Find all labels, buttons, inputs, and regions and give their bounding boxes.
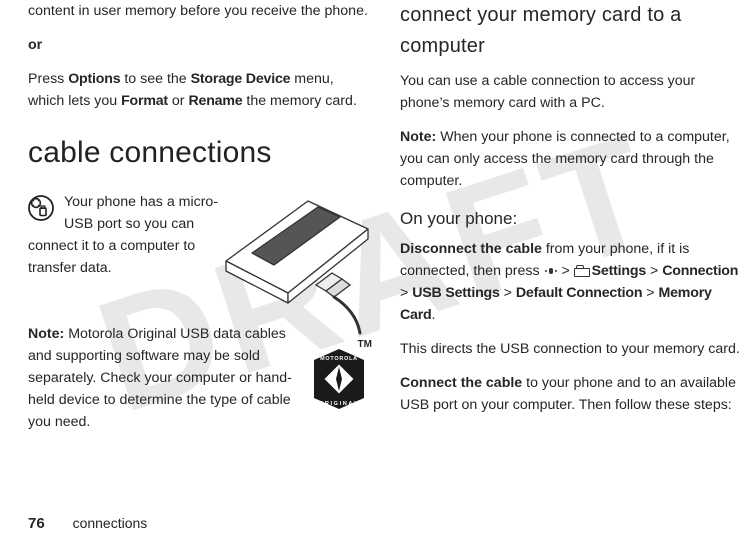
options-paragraph: Press Options to see the Storage Device … bbox=[28, 68, 372, 112]
page-content: content in user memory before you receiv… bbox=[0, 0, 756, 445]
rename-label: Rename bbox=[188, 93, 242, 109]
or-label: or bbox=[28, 34, 372, 56]
footer-section-label: connections bbox=[73, 515, 148, 531]
note-label: Note: bbox=[400, 129, 436, 145]
gt: > bbox=[500, 285, 516, 301]
gt: > bbox=[400, 285, 412, 301]
period: . bbox=[432, 307, 436, 323]
disconnect-steps: Disconnect the cable from your phone, if… bbox=[400, 238, 744, 326]
left-column: content in user memory before you receiv… bbox=[28, 0, 372, 445]
center-key-icon bbox=[544, 266, 558, 276]
phone-cable-illustration bbox=[222, 197, 372, 335]
note-label: Note: bbox=[28, 326, 64, 342]
connect-note: Note: When your phone is connected to a … bbox=[400, 126, 744, 192]
intro-tail: content in user memory before you receiv… bbox=[28, 0, 372, 22]
connect-cable-label: Connect the cable bbox=[400, 375, 522, 391]
cable-text-wrap: Your phone has a micro-USB port so you c… bbox=[28, 191, 221, 279]
toolbox-icon bbox=[574, 265, 588, 277]
format-label: Format bbox=[121, 93, 168, 109]
page-footer: 76 connections bbox=[28, 515, 147, 532]
motorola-original-badge-icon: MOTOROLA ORIGINAL bbox=[312, 347, 366, 411]
usb-port-text: Your phone has a micro-USB port so you c… bbox=[28, 194, 218, 276]
right-column: connect your memory card to a computer Y… bbox=[400, 0, 744, 445]
connection-label: Connection bbox=[662, 263, 738, 279]
default-connection-label: Default Connection bbox=[516, 285, 642, 301]
gt: > bbox=[642, 285, 658, 301]
gt: > bbox=[646, 263, 662, 279]
text: or bbox=[168, 93, 189, 109]
disconnect-cable-label: Disconnect the cable bbox=[400, 241, 542, 257]
cable-block: Your phone has a micro-USB port so you c… bbox=[28, 191, 372, 433]
directs-usb-paragraph: This directs the USB connection to your … bbox=[400, 338, 744, 360]
svg-text:MOTOROLA: MOTOROLA bbox=[320, 356, 358, 362]
settings-label: Settings bbox=[592, 263, 646, 279]
gt: > bbox=[558, 263, 574, 279]
feature-plus-icon bbox=[28, 195, 54, 228]
page-number: 76 bbox=[28, 515, 45, 532]
connect-memory-card-heading: connect your memory card to a computer bbox=[400, 0, 744, 62]
connect-intro: You can use a cable connection to access… bbox=[400, 70, 744, 114]
usb-settings-label: USB Settings bbox=[412, 285, 499, 301]
text: to see the bbox=[120, 71, 190, 87]
note-body: When your phone is connected to a comput… bbox=[400, 129, 730, 189]
text: Press bbox=[28, 71, 68, 87]
cable-note-paragraph: Note: Motorola Original USB data cables … bbox=[28, 323, 310, 433]
usb-port-paragraph: Your phone has a micro-USB port so you c… bbox=[28, 191, 221, 279]
on-your-phone-heading: On your phone: bbox=[400, 206, 744, 232]
note-body: Motorola Original USB data cables and su… bbox=[28, 326, 292, 430]
text: the memory card. bbox=[242, 93, 356, 109]
connect-cable-paragraph: Connect the cable to your phone and to a… bbox=[400, 372, 744, 416]
storage-device-label: Storage Device bbox=[191, 71, 291, 87]
cable-connections-heading: cable connections bbox=[28, 130, 372, 177]
svg-text:ORIGINAL: ORIGINAL bbox=[319, 401, 359, 407]
options-label: Options bbox=[68, 71, 120, 87]
